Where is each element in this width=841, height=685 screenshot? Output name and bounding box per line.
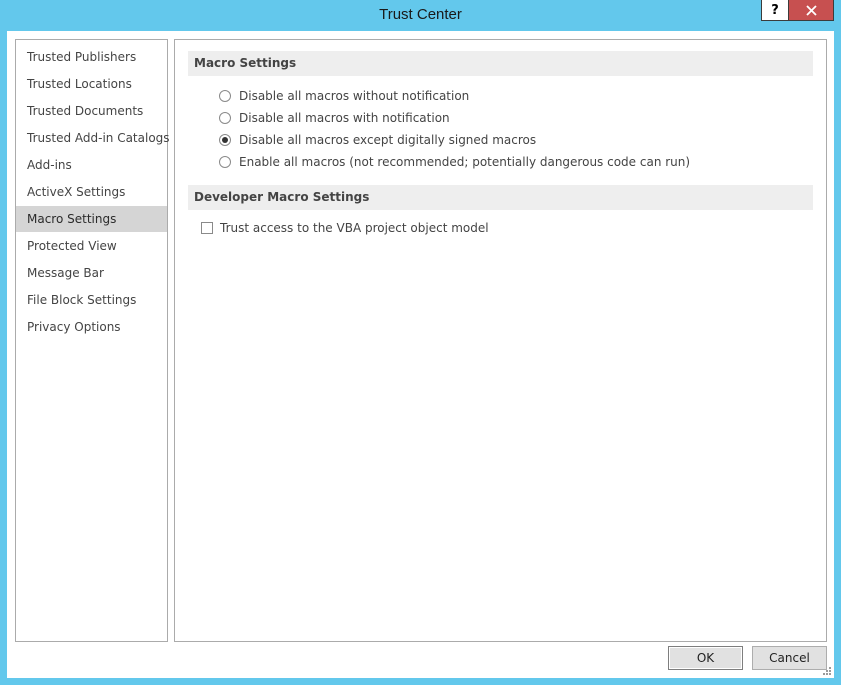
sidebar-item-file-block-settings[interactable]: File Block Settings [16, 287, 167, 313]
sidebar-item-activex-settings[interactable]: ActiveX Settings [16, 179, 167, 205]
macro-option-enable-all[interactable]: Enable all macros (not recommended; pote… [219, 153, 690, 171]
macro-option-disable-except-signed[interactable]: Disable all macros except digitally sign… [219, 131, 536, 149]
dialog-body: Trusted Publishers Trusted Locations Tru… [7, 31, 834, 678]
sidebar-item-add-ins[interactable]: Add-ins [16, 152, 167, 178]
sidebar-item-trusted-documents[interactable]: Trusted Documents [16, 98, 167, 124]
macro-settings-heading: Macro Settings [188, 51, 813, 76]
close-icon [805, 4, 817, 16]
macro-option-disable-with-notification[interactable]: Disable all macros with notification [219, 109, 450, 127]
option-label: Disable all macros without notification [239, 89, 470, 103]
sidebar-item-trusted-add-in-catalogs[interactable]: Trusted Add-in Catalogs [16, 125, 170, 151]
resize-grip-icon[interactable] [820, 664, 832, 676]
sidebar-item-trusted-publishers[interactable]: Trusted Publishers [16, 44, 167, 70]
category-sidebar: Trusted Publishers Trusted Locations Tru… [15, 39, 170, 642]
close-button[interactable] [788, 0, 834, 21]
ok-button[interactable]: OK [668, 646, 743, 670]
radio-button[interactable] [219, 134, 231, 146]
option-label: Disable all macros except digitally sign… [239, 133, 537, 147]
settings-panel: Macro Settings Disable all macros withou… [174, 39, 827, 642]
sidebar-item-macro-settings[interactable]: Macro Settings [16, 206, 167, 232]
sidebar-item-message-bar[interactable]: Message Bar [16, 260, 167, 286]
cancel-button[interactable]: Cancel [752, 646, 827, 670]
option-label: Disable all macros with notification [239, 111, 450, 125]
developer-macro-settings-heading: Developer Macro Settings [188, 185, 813, 210]
radio-button[interactable] [219, 90, 231, 102]
title-bar[interactable]: Trust Center ? [0, 0, 841, 31]
sidebar-item-trusted-locations[interactable]: Trusted Locations [16, 71, 167, 97]
help-button[interactable]: ? [761, 0, 789, 21]
window-title: Trust Center [379, 6, 462, 23]
trust-vba-checkbox[interactable] [201, 222, 213, 234]
sidebar-item-privacy-options[interactable]: Privacy Options [16, 314, 167, 340]
trust-vba-option[interactable]: Trust access to the VBA project object m… [201, 219, 489, 237]
trust-center-window: Trust Center ? Trusted Publishers Truste… [0, 0, 841, 685]
option-label: Trust access to the VBA project object m… [220, 221, 489, 235]
radio-button[interactable] [219, 156, 231, 168]
radio-button[interactable] [219, 112, 231, 124]
sidebar-item-protected-view[interactable]: Protected View [16, 233, 167, 259]
help-icon: ? [771, 2, 779, 18]
option-label: Enable all macros (not recommended; pote… [239, 155, 691, 169]
macro-option-disable-no-notification[interactable]: Disable all macros without notification [219, 87, 469, 105]
